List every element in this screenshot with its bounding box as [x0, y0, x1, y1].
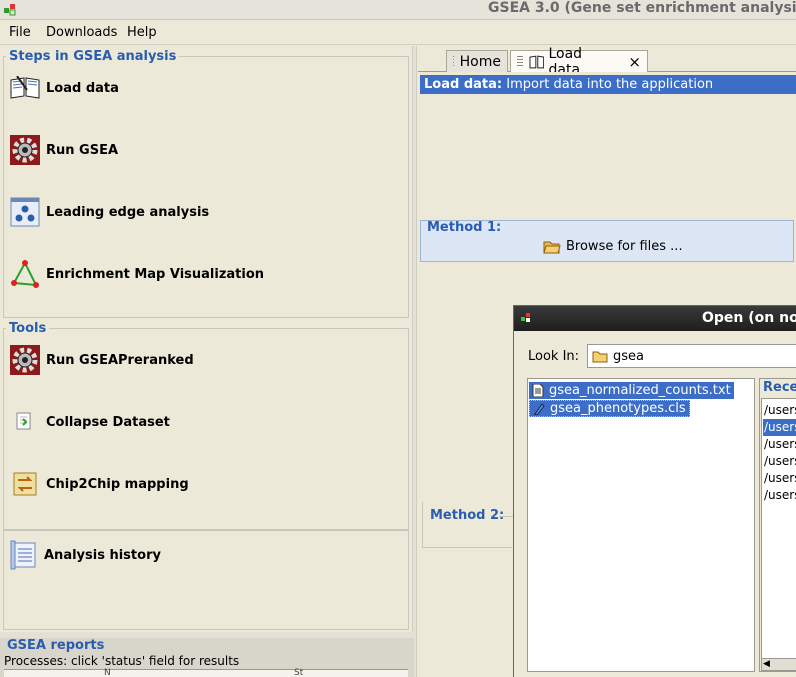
file-item[interactable]: gsea_phenotypes.cls	[529, 400, 690, 417]
menu-file[interactable]: File	[9, 25, 31, 41]
menu-downloads[interactable]: Downloads	[46, 25, 117, 41]
step-enrichment-map-label: Enrichment Map Visualization	[46, 266, 265, 282]
tool-collapse-dataset-label: Collapse Dataset	[46, 414, 170, 430]
recent-item[interactable]: /users	[763, 453, 796, 470]
vertical-splitter[interactable]	[412, 46, 417, 677]
step-leading-edge-label: Leading edge analysis	[46, 204, 210, 220]
window-titlebar: GSEA 3.0 (Gene set enrichment analysis	[0, 0, 796, 20]
tab-load-data[interactable]: Load data ×	[510, 46, 648, 78]
close-tab-icon[interactable]: ×	[628, 53, 641, 71]
folder-open-icon	[543, 241, 561, 253]
browse-files-button[interactable]: Browse for files ...	[543, 239, 683, 254]
recent-item[interactable]: /users	[763, 402, 796, 419]
leading-edge-icon	[8, 195, 42, 229]
reports-table-header: N St	[4, 668, 408, 677]
book-open-icon	[8, 71, 42, 105]
recent-item[interactable]: /users	[763, 419, 796, 436]
analysis-history-label: Analysis history	[44, 547, 161, 563]
reports-subtitle: Processes: click 'status' field for resu…	[4, 654, 240, 668]
load-data-header-text: Import data into the application	[506, 77, 714, 92]
recent-item[interactable]: /users	[763, 470, 796, 487]
file-list[interactable]: gsea_normalized_counts.txt gsea_phenotyp…	[527, 378, 755, 672]
gear-icon	[8, 133, 42, 167]
method2-box: Method 2:	[422, 502, 513, 548]
load-data-header: Load data: Import data into the applicat…	[420, 75, 796, 94]
method2-title: Method 2:	[428, 508, 507, 523]
look-in-label: Look In:	[528, 349, 580, 364]
tab-grip-icon	[453, 55, 454, 68]
step-leading-edge[interactable]: Leading edge analysis	[8, 195, 209, 229]
cls-file-icon	[533, 403, 545, 415]
menu-bar: File Downloads Help	[0, 21, 796, 45]
tab-strip: Home Load data ×	[418, 46, 796, 78]
gear-icon	[8, 343, 42, 377]
tool-run-gseapreranked-label: Run GSEAPreranked	[46, 352, 194, 368]
tools-title: Tools	[6, 321, 50, 336]
method1-title: Method 1:	[427, 220, 502, 235]
tool-chip2chip-label: Chip2Chip mapping	[46, 476, 189, 492]
folder-icon	[592, 351, 608, 362]
file-item[interactable]: gsea_normalized_counts.txt	[529, 382, 734, 399]
recent-item[interactable]: /users	[763, 436, 796, 453]
recent-directories-panel: Recen /users /users /users /users /users…	[759, 378, 796, 672]
app-icon	[4, 4, 16, 16]
left-panel: Steps in GSEA analysis Load data Run GSE…	[0, 46, 414, 636]
history-list-icon	[6, 538, 40, 572]
method1-box: Method 1: Browse for files ...	[420, 220, 794, 262]
recent-horizontal-scrollbar[interactable]: ◀	[761, 658, 796, 671]
tool-collapse-dataset[interactable]: Collapse Dataset	[8, 405, 170, 439]
reports-panel: GSEA reports Processes: click 'status' f…	[0, 638, 414, 677]
recent-title: Recen	[763, 380, 796, 395]
file-name: gsea_normalized_counts.txt	[549, 383, 731, 398]
tab-grip-icon	[517, 55, 523, 68]
dialog-titlebar[interactable]: Open (on no	[514, 306, 796, 331]
analysis-history[interactable]: Analysis history	[6, 538, 161, 572]
app-icon	[521, 313, 530, 322]
dialog-title: Open (on no	[702, 310, 796, 326]
open-file-dialog: Open (on no Look In: gsea gsea_normalize…	[513, 305, 796, 677]
step-enrichment-map[interactable]: Enrichment Map Visualization	[8, 257, 264, 291]
column-header-name[interactable]: N	[104, 668, 111, 676]
recent-list[interactable]: /users /users /users /users /users /user…	[761, 398, 796, 659]
step-run-gsea[interactable]: Run GSEA	[8, 133, 118, 167]
step-load-data[interactable]: Load data	[8, 71, 119, 105]
chip-mapping-icon	[8, 467, 42, 501]
collapse-icon	[8, 405, 42, 439]
look-in-select[interactable]: gsea	[587, 344, 796, 368]
reports-title: GSEA reports	[7, 638, 105, 653]
tab-home-label: Home	[459, 53, 501, 70]
text-file-icon	[532, 384, 544, 397]
load-data-header-bold: Load data:	[424, 77, 503, 92]
tool-chip2chip[interactable]: Chip2Chip mapping	[8, 467, 189, 501]
tab-home[interactable]: Home	[446, 50, 508, 72]
triangle-network-icon	[8, 257, 42, 291]
window-title: GSEA 3.0 (Gene set enrichment analysis	[488, 0, 796, 16]
menu-help[interactable]: Help	[127, 25, 157, 41]
tool-run-gseapreranked[interactable]: Run GSEAPreranked	[8, 343, 194, 377]
method2-divider	[499, 516, 513, 517]
column-header-status[interactable]: St	[294, 668, 303, 676]
step-load-data-label: Load data	[46, 80, 119, 96]
book-open-icon	[529, 55, 544, 68]
scroll-left-icon[interactable]: ◀	[763, 659, 770, 670]
browse-files-label: Browse for files ...	[566, 239, 683, 254]
steps-title: Steps in GSEA analysis	[6, 49, 180, 64]
step-run-gsea-label: Run GSEA	[46, 142, 119, 158]
file-name: gsea_phenotypes.cls	[550, 401, 686, 416]
recent-item[interactable]: /users	[763, 487, 796, 504]
look-in-value: gsea	[613, 348, 644, 364]
